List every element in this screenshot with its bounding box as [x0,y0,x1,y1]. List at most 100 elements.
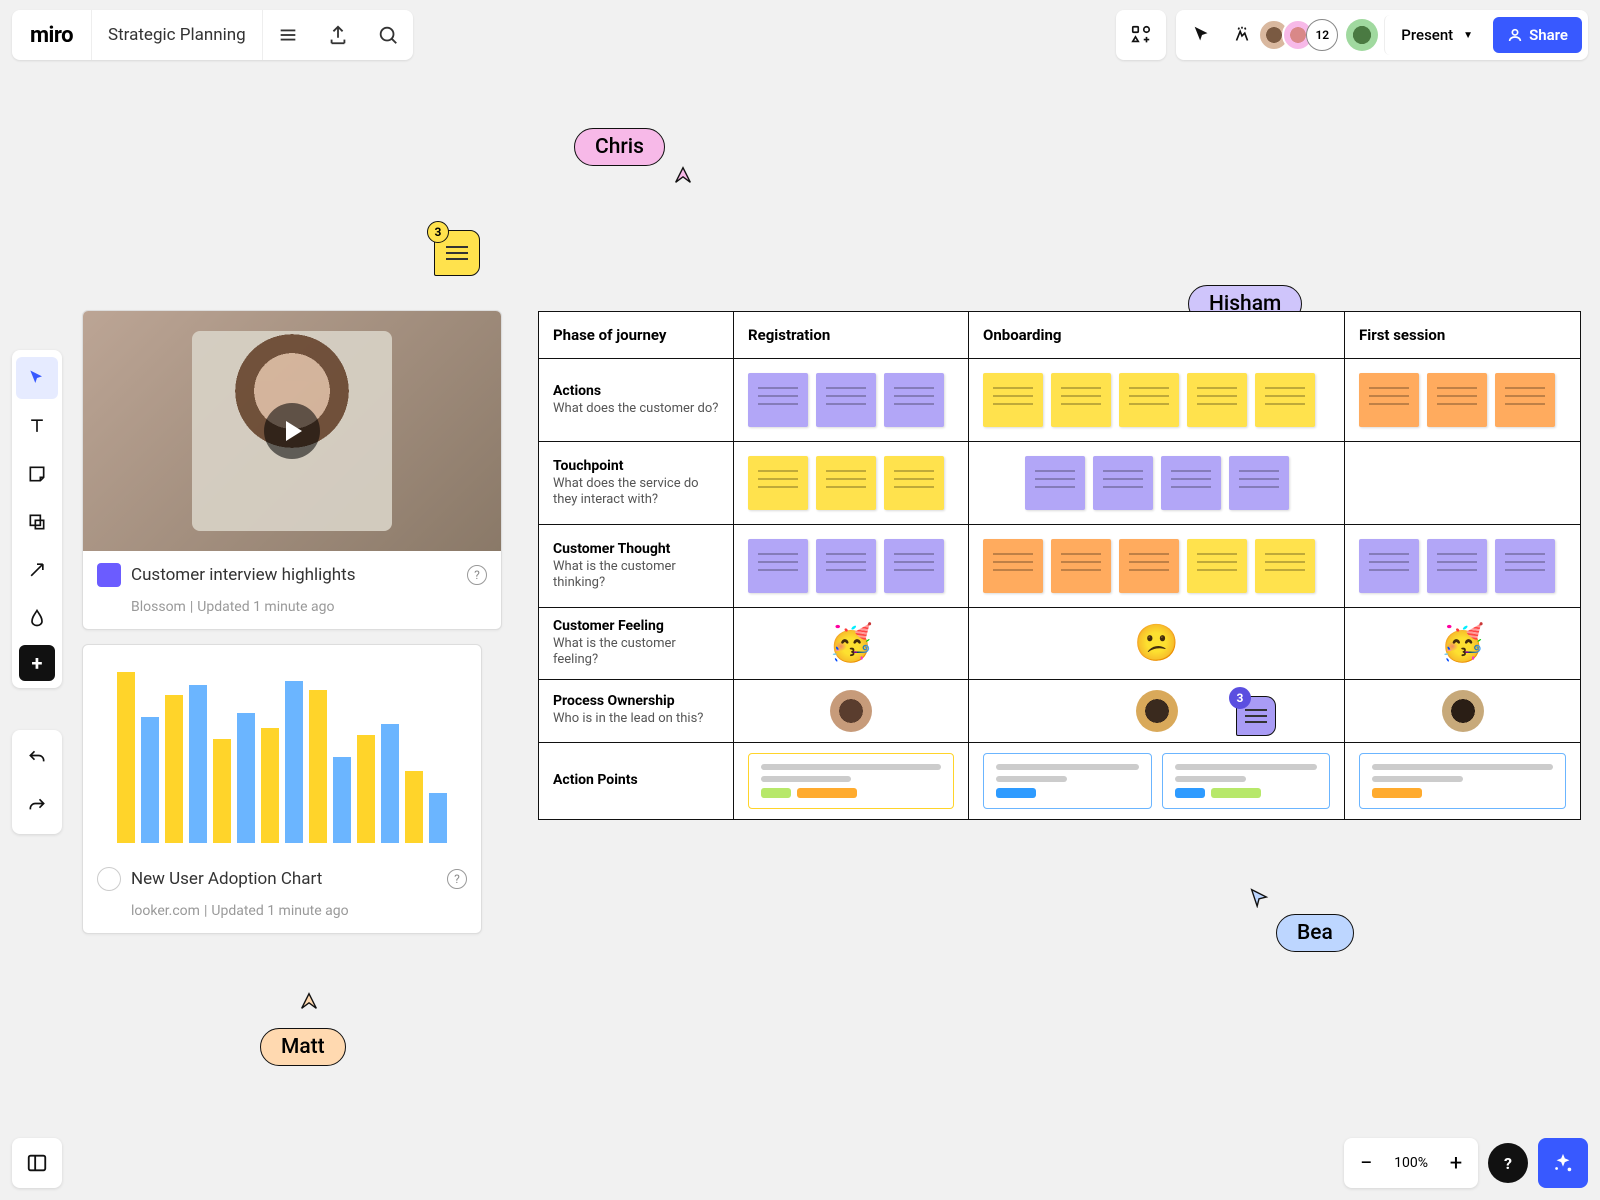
sticky-note[interactable] [1093,456,1153,510]
sticky-note[interactable] [748,373,808,427]
history-toolbar [12,730,62,834]
row-label-ownership: Process Ownership Who is in the lead on … [539,680,734,742]
add-tool[interactable]: + [19,645,55,681]
comment-pin[interactable]: 3 [1236,696,1276,736]
action-card[interactable] [748,753,954,809]
sticky-note[interactable] [1427,539,1487,593]
owner-avatar[interactable] [1442,690,1484,732]
sticky-note[interactable] [884,456,944,510]
sticky-note[interactable] [748,539,808,593]
sticky-note[interactable] [1495,373,1555,427]
sticky-note[interactable] [884,373,944,427]
share-button[interactable]: Share [1493,17,1582,53]
redo-button[interactable] [16,785,58,827]
sticky-note[interactable] [983,373,1043,427]
export-icon[interactable] [313,10,363,60]
chart-bar [261,728,279,843]
zoom-level[interactable]: 100% [1388,1155,1434,1171]
sticky-note[interactable] [1051,373,1111,427]
chart-bar [285,681,303,843]
undo-button[interactable] [16,737,58,779]
select-tool[interactable] [16,357,58,399]
embed-chart-card[interactable]: New User Adoption Chart ? looker.com|Upd… [82,644,482,934]
help-icon[interactable]: ? [447,869,467,889]
sticky-note[interactable] [1051,539,1111,593]
chart-bar [213,739,231,843]
sticky-note[interactable] [1025,456,1085,510]
owner-avatar[interactable] [830,690,872,732]
sticky-note[interactable] [884,539,944,593]
reactions-icon[interactable] [1222,15,1262,55]
embed-source: Blossom [131,599,186,615]
action-card[interactable] [1359,753,1566,809]
help-button[interactable]: ? [1488,1143,1528,1183]
search-icon[interactable] [363,10,413,60]
chart-bar [405,771,423,843]
sticky-tool[interactable] [16,453,58,495]
ai-assist-button[interactable] [1538,1138,1588,1188]
current-user-avatar[interactable] [1346,19,1378,51]
row-label-thought: Customer Thought What is the customer th… [539,525,734,607]
embed-source: looker.com [131,903,200,919]
action-card[interactable] [983,753,1152,809]
sticky-note[interactable] [1187,539,1247,593]
sticky-note[interactable] [1187,373,1247,427]
embed-updated: Updated 1 minute ago [197,599,334,615]
collaborator-avatars[interactable]: 12 [1266,19,1338,51]
pen-tool[interactable] [16,597,58,639]
miro-logo[interactable]: miro [12,23,91,48]
cursor-arrow-matt [298,990,320,1012]
sticky-note[interactable] [816,456,876,510]
sticky-note[interactable] [1427,373,1487,427]
row-label-action-points: Action Points [539,743,734,819]
sticky-note[interactable] [1359,539,1419,593]
help-icon[interactable]: ? [467,565,487,585]
emoji-feeling[interactable]: 😕 [983,622,1330,664]
embed-video-card[interactable]: Customer interview highlights ? Blossom|… [82,310,502,630]
board-title[interactable]: Strategic Planning [91,10,262,60]
cursor-mode-icon[interactable] [1182,15,1222,55]
apps-button[interactable] [1116,10,1166,60]
header-first-session: First session [1345,312,1580,358]
sticky-note[interactable] [1161,456,1221,510]
sticky-note[interactable] [1119,373,1179,427]
row-label-touchpoint: Touchpoint What does the service do they… [539,442,734,524]
journey-map-table[interactable]: Phase of journey Registration Onboarding… [538,311,1581,820]
chart-bar [165,695,183,843]
sticky-note[interactable] [1255,373,1315,427]
header-registration: Registration [734,312,969,358]
sticky-note[interactable] [1359,373,1419,427]
comment-count-badge: 3 [1229,687,1251,709]
hamburger-icon[interactable] [263,10,313,60]
sticky-note[interactable] [1119,539,1179,593]
comment-pin[interactable]: 3 [434,230,480,276]
emoji-feeling[interactable]: 🥳 [1359,622,1566,664]
chart-bar [237,713,255,843]
zoom-in-button[interactable]: + [1434,1138,1478,1188]
present-button[interactable]: Present ▼ [1384,15,1487,55]
owner-avatar[interactable] [1136,690,1178,732]
text-tool[interactable] [16,405,58,447]
sticky-note[interactable] [816,373,876,427]
emoji-feeling[interactable]: 🥳 [748,622,954,664]
zoom-out-button[interactable]: − [1344,1138,1388,1188]
sticky-note[interactable] [816,539,876,593]
arrow-tool[interactable] [16,549,58,591]
action-card[interactable] [1162,753,1331,809]
tool-toolbar: + [12,350,62,688]
embed-title: New User Adoption Chart [131,869,322,889]
comment-count-badge: 3 [427,221,449,243]
chart-bar [309,690,327,843]
chart-bar [333,757,351,843]
sticky-note[interactable] [1255,539,1315,593]
bar-chart [83,645,481,855]
embed-title: Customer interview highlights [131,565,356,585]
avatar-overflow-count[interactable]: 12 [1306,19,1338,51]
frames-panel-button[interactable] [12,1138,62,1188]
sticky-note[interactable] [748,456,808,510]
play-icon[interactable] [264,403,320,459]
sticky-note[interactable] [983,539,1043,593]
sticky-note[interactable] [1495,539,1555,593]
shape-tool[interactable] [16,501,58,543]
sticky-note[interactable] [1229,456,1289,510]
